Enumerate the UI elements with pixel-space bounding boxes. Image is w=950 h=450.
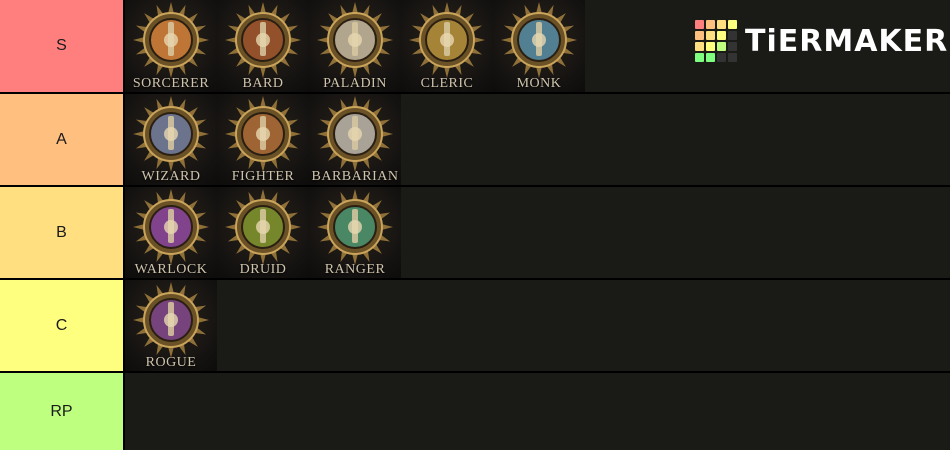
class-name-label: FIGHTER bbox=[231, 169, 295, 184]
logo-grid-cell bbox=[728, 31, 737, 40]
logo-grid-cell bbox=[728, 20, 737, 29]
class-card-fighter[interactable]: FIGHTER bbox=[217, 94, 309, 185]
class-card-ranger[interactable]: RANGER bbox=[309, 187, 401, 278]
logo-text: TiERMAKER bbox=[745, 23, 949, 59]
tier-label[interactable]: S bbox=[0, 0, 123, 92]
logo-grid-icon bbox=[695, 20, 737, 62]
tier-items-area[interactable] bbox=[125, 373, 950, 450]
tier-row: B WARLOCK DRUID RANGER bbox=[0, 187, 950, 278]
class-name-label: ROGUE bbox=[145, 355, 197, 370]
logo-grid-cell bbox=[695, 31, 704, 40]
class-card-warlock[interactable]: WARLOCK bbox=[125, 187, 217, 278]
class-card-cleric[interactable]: CLERIC bbox=[401, 0, 493, 92]
tiermaker-logo[interactable]: TiERMAKER bbox=[695, 20, 948, 62]
tier-label[interactable]: B bbox=[0, 187, 123, 278]
logo-grid-cell bbox=[695, 53, 704, 62]
class-name-label: PALADIN bbox=[323, 76, 387, 91]
class-name-label: CLERIC bbox=[420, 76, 474, 91]
logo-grid-cell bbox=[728, 53, 737, 62]
tier-items-area[interactable]: WARLOCK DRUID RANGER bbox=[125, 187, 950, 278]
tier-row: A WIZARD FIGHTER BARBARIAN bbox=[0, 94, 950, 185]
logo-grid-cell bbox=[717, 53, 726, 62]
tier-items-area[interactable]: WIZARD FIGHTER BARBARIAN bbox=[125, 94, 950, 185]
class-name-label: RANGER bbox=[324, 262, 386, 277]
class-name-label: MONK bbox=[516, 76, 562, 91]
class-card-sorcerer[interactable]: SORCERER bbox=[125, 0, 217, 92]
tier-row: RP bbox=[0, 373, 950, 450]
logo-grid-cell bbox=[706, 42, 715, 51]
tier-label[interactable]: C bbox=[0, 280, 123, 371]
class-name-label: SORCERER bbox=[132, 76, 210, 91]
logo-grid-cell bbox=[717, 20, 726, 29]
tier-items-area[interactable]: ROGUE bbox=[125, 280, 950, 371]
class-card-barbarian[interactable]: BARBARIAN bbox=[309, 94, 401, 185]
tier-row: C ROGUE bbox=[0, 280, 950, 371]
logo-grid-cell bbox=[717, 42, 726, 51]
logo-grid-cell bbox=[717, 31, 726, 40]
tier-list-board: S SORCERER BARD PALADIN CLERIC MONK A WIZARD FIG… bbox=[0, 0, 950, 450]
logo-grid-cell bbox=[695, 42, 704, 51]
class-card-wizard[interactable]: WIZARD bbox=[125, 94, 217, 185]
class-name-label: BARBARIAN bbox=[311, 169, 399, 184]
class-card-bard[interactable]: BARD bbox=[217, 0, 309, 92]
tier-label[interactable]: RP bbox=[0, 373, 123, 450]
tier-label[interactable]: A bbox=[0, 94, 123, 185]
class-name-label: WARLOCK bbox=[134, 262, 208, 277]
logo-grid-cell bbox=[728, 42, 737, 51]
class-name-label: DRUID bbox=[239, 262, 287, 277]
class-card-monk[interactable]: MONK bbox=[493, 0, 585, 92]
class-card-druid[interactable]: DRUID bbox=[217, 187, 309, 278]
class-name-label: WIZARD bbox=[141, 169, 201, 184]
logo-grid-cell bbox=[706, 31, 715, 40]
logo-grid-cell bbox=[706, 20, 715, 29]
class-name-label: BARD bbox=[242, 76, 284, 91]
class-card-rogue[interactable]: ROGUE bbox=[125, 280, 217, 371]
logo-grid-cell bbox=[695, 20, 704, 29]
logo-grid-cell bbox=[706, 53, 715, 62]
class-card-paladin[interactable]: PALADIN bbox=[309, 0, 401, 92]
